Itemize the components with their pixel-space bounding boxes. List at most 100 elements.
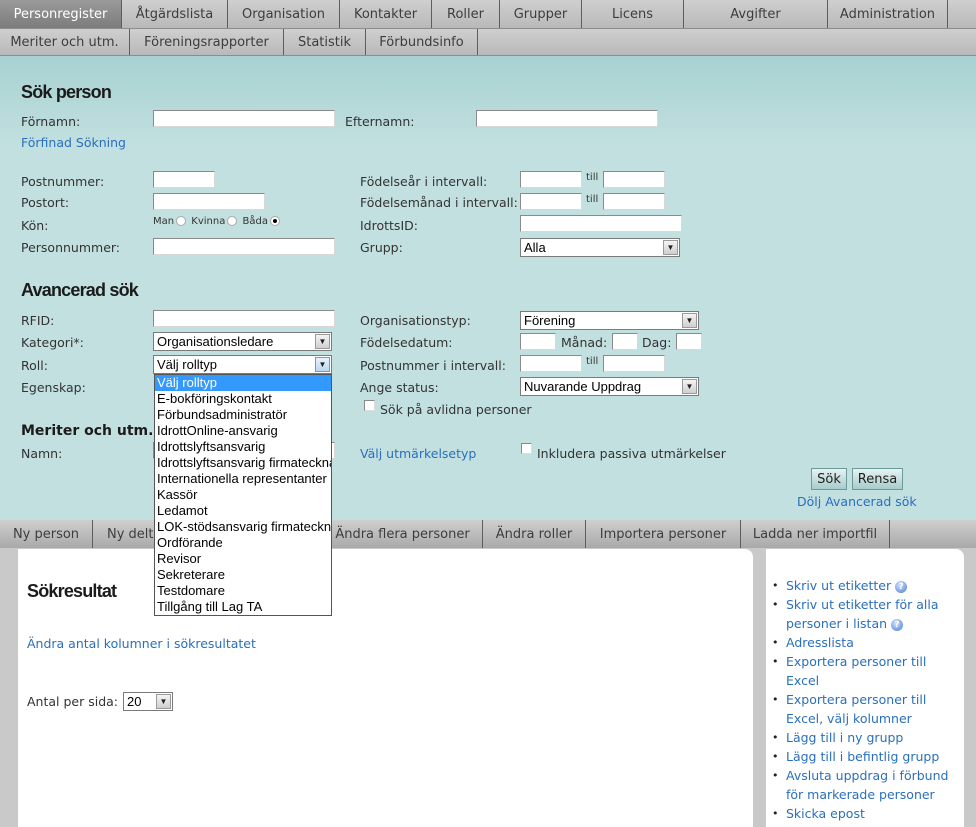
roll-option[interactable]: Internationella representanter bbox=[155, 471, 331, 487]
orgtyp-select[interactable]: Förening ▼ bbox=[520, 311, 699, 330]
nav-tab-kontakter[interactable]: Kontakter bbox=[340, 0, 432, 28]
postnummer-input[interactable] bbox=[153, 171, 215, 188]
avlidna-checkbox[interactable] bbox=[364, 400, 375, 411]
fodelsear-from-input[interactable] bbox=[520, 171, 582, 188]
refine-search-link[interactable]: Förfinad Sökning bbox=[21, 135, 126, 150]
idrottsid-input[interactable] bbox=[520, 215, 682, 232]
fodelsemanad-from-input[interactable] bbox=[520, 193, 582, 210]
roll-select[interactable]: Välj rolltyp ▼ bbox=[153, 355, 332, 374]
tab-ladda-ner-importfil[interactable]: Ladda ner importfil bbox=[741, 520, 890, 548]
fodelsemanad-label: Födelsemånad i intervall: bbox=[360, 195, 518, 210]
help-icon[interactable]: ? bbox=[891, 618, 904, 631]
roll-option[interactable]: E-bokföringskontakt bbox=[155, 391, 331, 407]
fornamn-label: Förnamn: bbox=[21, 114, 81, 129]
status-select[interactable]: Nuvarande Uppdrag ▼ bbox=[520, 377, 699, 396]
nav-tab-grupper[interactable]: Grupper bbox=[500, 0, 582, 28]
hide-advanced-link[interactable]: Dölj Avancerad sök bbox=[797, 494, 917, 509]
roll-option[interactable]: Välj rolltyp bbox=[155, 375, 331, 391]
results-title: Sökresultat bbox=[27, 581, 117, 601]
personnummer-label: Personnummer: bbox=[21, 240, 121, 255]
gender-radio-group: Man Kvinna Båda bbox=[153, 216, 282, 227]
roll-option[interactable]: LOK-stödsansvarig firmatecknare bbox=[155, 519, 331, 535]
utmarkelsetyp-link[interactable]: Välj utmärkelsetyp bbox=[360, 446, 476, 461]
reset-button[interactable]: Rensa bbox=[852, 468, 903, 490]
nav-tab-foreningsrapporter[interactable]: Föreningsrapporter bbox=[130, 29, 284, 55]
roll-option[interactable]: IdrottOnline-ansvarig bbox=[155, 423, 331, 439]
help-icon[interactable]: ? bbox=[895, 580, 908, 593]
manad-label: Månad: bbox=[561, 335, 608, 350]
gender-bada-radio[interactable] bbox=[270, 216, 280, 226]
roll-option[interactable]: Revisor bbox=[155, 551, 331, 567]
status-label: Ange status: bbox=[360, 380, 439, 395]
kategori-select[interactable]: Organisationsledare ▼ bbox=[153, 332, 332, 351]
nav-tab-avgifter[interactable]: Avgifter bbox=[684, 0, 828, 28]
roll-option[interactable]: Sekreterare bbox=[155, 567, 331, 583]
status-select-value: Nuvarande Uppdrag bbox=[524, 379, 642, 394]
meriter-title: Meriter och utm. bbox=[21, 423, 154, 439]
fornamn-input[interactable] bbox=[153, 110, 335, 127]
postnr-intervall-label: Postnummer i intervall: bbox=[360, 358, 506, 373]
fodelsemanad-to-input[interactable] bbox=[603, 193, 665, 210]
gender-kvinna-radio[interactable] bbox=[227, 216, 238, 226]
passiva-checkbox[interactable] bbox=[521, 443, 532, 454]
roll-option[interactable]: Ordförande bbox=[155, 535, 331, 551]
kategori-select-value: Organisationsledare bbox=[157, 334, 274, 349]
nav-tab-forbundsinfo[interactable]: Förbundsinfo bbox=[366, 29, 478, 55]
action-print-labels-all[interactable]: Skriv ut etiketter för alla personer i l… bbox=[772, 595, 962, 633]
postnr-from-input[interactable] bbox=[520, 355, 582, 372]
postnr-to-input[interactable] bbox=[603, 355, 665, 372]
action-end-assignment[interactable]: Avsluta uppdrag i förbund för markerade … bbox=[772, 766, 962, 804]
roll-option[interactable]: Testdomare bbox=[155, 583, 331, 599]
nav-tab-administration[interactable]: Administration bbox=[828, 0, 948, 28]
till-label: till bbox=[586, 172, 599, 183]
roll-option[interactable]: Kassör bbox=[155, 487, 331, 503]
gender-man-radio[interactable] bbox=[176, 216, 187, 226]
nav-tab-licens[interactable]: Licens bbox=[582, 0, 684, 28]
efternamn-input[interactable] bbox=[476, 110, 658, 127]
kon-label: Kön: bbox=[21, 218, 49, 233]
fodelsedatum-year-input[interactable] bbox=[520, 333, 556, 350]
action-export-excel[interactable]: Exportera personer till Excel bbox=[772, 652, 962, 690]
fodelsear-to-input[interactable] bbox=[603, 171, 665, 188]
per-page-select[interactable]: 20 ▼ bbox=[123, 692, 173, 711]
personnummer-input[interactable] bbox=[153, 238, 335, 255]
fodelsedatum-day-input[interactable] bbox=[676, 333, 702, 350]
advanced-title: Avancerad sök bbox=[21, 280, 139, 300]
action-send-email[interactable]: Skicka epost bbox=[772, 804, 962, 823]
nav-tab-statistik[interactable]: Statistik bbox=[284, 29, 366, 55]
action-add-new-group[interactable]: Lägg till i ny grupp bbox=[772, 728, 962, 747]
roll-option[interactable]: Idrottslyftsansvarig bbox=[155, 439, 331, 455]
action-label[interactable]: Skriv ut etiketter bbox=[786, 578, 891, 593]
postort-input[interactable] bbox=[153, 193, 265, 210]
till-label: till bbox=[586, 194, 599, 205]
roll-option[interactable]: Förbundsadministratör bbox=[155, 407, 331, 423]
tab-andra-flera-personer[interactable]: Ändra flera personer bbox=[323, 520, 483, 548]
action-label[interactable]: Skriv ut etiketter för alla personer i l… bbox=[786, 597, 939, 631]
action-print-labels[interactable]: Skriv ut etiketter ? bbox=[772, 576, 962, 595]
tab-importera-personer[interactable]: Importera personer bbox=[586, 520, 741, 548]
roll-option[interactable]: Tillgång till Lag TA bbox=[155, 599, 331, 615]
actions-list: Skriv ut etiketter ? Skriv ut etiketter … bbox=[766, 576, 962, 823]
roll-option[interactable]: Ledamot bbox=[155, 503, 331, 519]
action-add-existing-group[interactable]: Lägg till i befintlig grupp bbox=[772, 747, 962, 766]
rfid-input[interactable] bbox=[153, 310, 335, 327]
action-address-list[interactable]: Adresslista bbox=[772, 633, 962, 652]
postort-label: Postort: bbox=[21, 195, 70, 210]
nav-tab-roller[interactable]: Roller bbox=[432, 0, 500, 28]
action-export-excel-columns[interactable]: Exportera personer till Excel, välj kolu… bbox=[772, 690, 962, 728]
nav-tab-atgardslista[interactable]: Åtgärdslista bbox=[122, 0, 228, 28]
roll-dropdown-list[interactable]: Välj rolltyp E-bokföringskontakt Förbund… bbox=[154, 374, 332, 616]
roll-label: Roll: bbox=[21, 358, 48, 373]
chevron-down-icon: ▼ bbox=[682, 379, 697, 394]
grupp-select[interactable]: Alla ▼ bbox=[520, 238, 680, 257]
kategori-label: Kategori*: bbox=[21, 335, 84, 350]
search-button[interactable]: Sök bbox=[811, 468, 847, 490]
nav-tab-meriter[interactable]: Meriter och utm. bbox=[0, 29, 130, 55]
tab-ny-person[interactable]: Ny person bbox=[0, 520, 93, 548]
change-columns-link[interactable]: Ändra antal kolumner i sökresultatet bbox=[27, 636, 256, 651]
tab-andra-roller[interactable]: Ändra roller bbox=[483, 520, 586, 548]
nav-tab-organisation[interactable]: Organisation bbox=[228, 0, 340, 28]
fodelsedatum-month-input[interactable] bbox=[612, 333, 638, 350]
roll-option[interactable]: Idrottslyftsansvarig firmatecknare bbox=[155, 455, 331, 471]
nav-tab-personregister[interactable]: Personregister bbox=[0, 0, 122, 28]
